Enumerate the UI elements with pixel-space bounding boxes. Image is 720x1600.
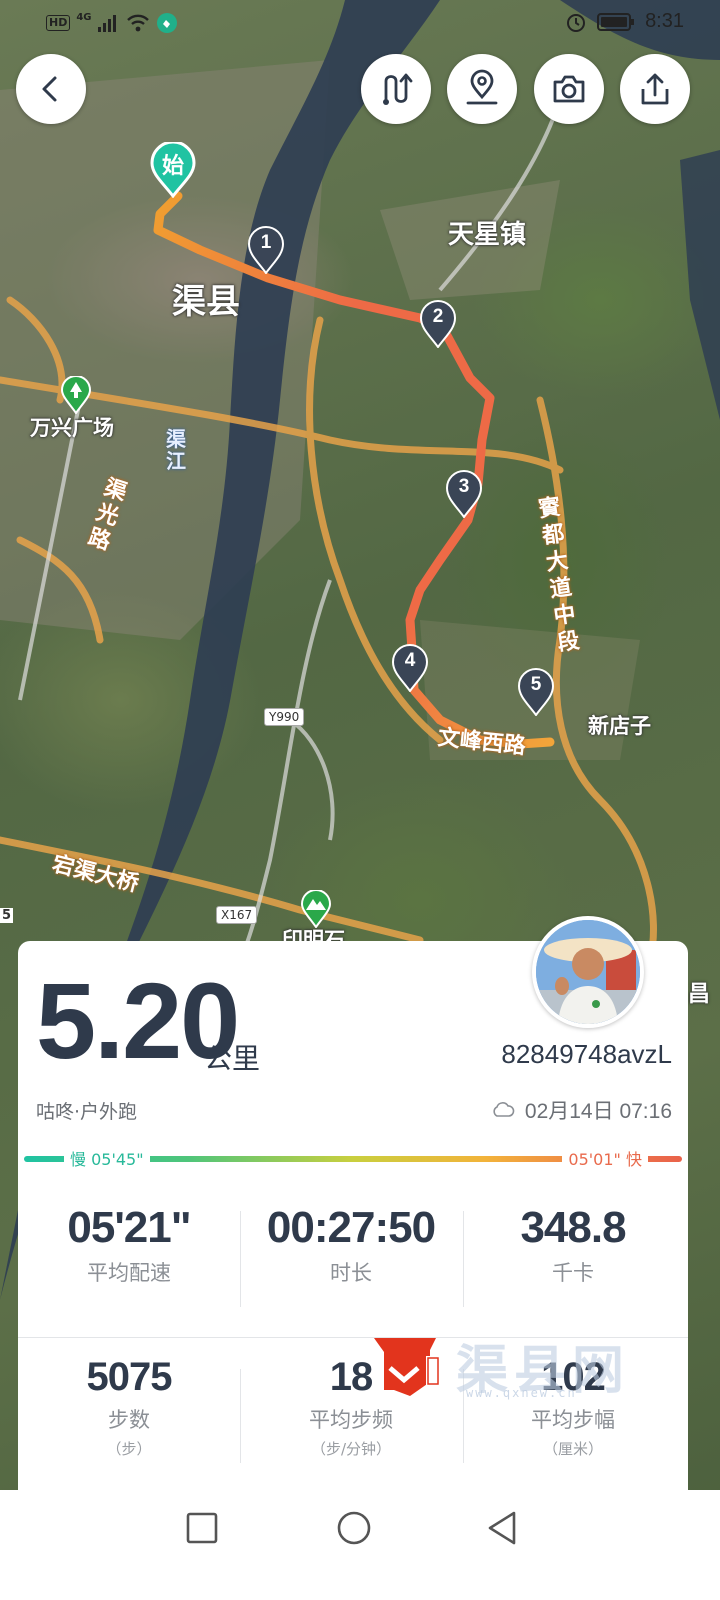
stat-steps: 5075 步数 （步） bbox=[18, 1355, 240, 1459]
km-marker-2[interactable]: 2 bbox=[419, 300, 457, 348]
route-switch-icon bbox=[383, 73, 413, 105]
km-marker-4[interactable]: 4 bbox=[391, 644, 429, 692]
signal-icon bbox=[97, 15, 116, 32]
start-marker[interactable]: 始 bbox=[150, 142, 196, 198]
cloudy-icon bbox=[493, 1102, 515, 1117]
site-watermark: 渠县网 www.qxnew.cn bbox=[366, 1328, 666, 1408]
km-marker-label: 5 bbox=[530, 674, 542, 695]
username[interactable]: 82849748avzL bbox=[501, 1039, 672, 1070]
wifi-icon bbox=[126, 14, 149, 32]
divider bbox=[240, 1369, 241, 1463]
hd-indicator: HD bbox=[46, 15, 71, 31]
calories-value: 348.8 bbox=[520, 1203, 626, 1252]
watermark-url: www.qxnew.cn bbox=[466, 1386, 577, 1400]
km-marker-label: 2 bbox=[432, 306, 444, 327]
divider bbox=[240, 1211, 241, 1307]
recent-apps-icon[interactable] bbox=[184, 1510, 220, 1546]
user-avatar[interactable] bbox=[532, 916, 644, 1028]
camera-icon bbox=[553, 75, 585, 103]
home-icon[interactable] bbox=[334, 1508, 374, 1548]
workout-datetime: 02月14日 07:16 bbox=[491, 1095, 672, 1125]
stat-avg-pace: 05'21" 平均配速 bbox=[18, 1203, 240, 1287]
edge-road-tag: 5 bbox=[0, 908, 14, 923]
status-bar: HD 4G 8:31 bbox=[0, 0, 720, 46]
km-marker-5[interactable]: 5 bbox=[517, 668, 555, 716]
label-tianxing-town: 天星镇 bbox=[448, 220, 527, 250]
scenic-poi-icon[interactable] bbox=[300, 890, 332, 928]
battery-icon bbox=[597, 12, 635, 31]
location-button[interactable] bbox=[447, 54, 517, 124]
steps-value: 5075 bbox=[86, 1355, 173, 1399]
clock: 8:31 bbox=[645, 10, 684, 32]
pace-fast-label: 05'01" 快 bbox=[562, 1146, 648, 1170]
activity-type: 咕咚·户外跑 bbox=[36, 1101, 138, 1123]
stride-unit: （厘米） bbox=[542, 1440, 603, 1458]
alarm-icon bbox=[567, 13, 586, 32]
duration-value: 00:27:50 bbox=[266, 1203, 436, 1252]
stride-label: 平均步幅 bbox=[531, 1408, 615, 1432]
start-marker-label: 始 bbox=[161, 154, 184, 179]
route-switch-button[interactable] bbox=[361, 54, 431, 124]
label-wanxing-plaza: 万兴广场 bbox=[30, 416, 114, 440]
road-tag-y990: Y990 bbox=[264, 708, 305, 726]
km-marker-3[interactable]: 3 bbox=[445, 470, 483, 518]
avg-pace-label: 平均配速 bbox=[87, 1261, 171, 1285]
avatar-photo bbox=[536, 920, 640, 1024]
stat-calories: 348.8 千卡 bbox=[462, 1203, 684, 1287]
network-type: 4G bbox=[76, 11, 92, 23]
system-nav-bar bbox=[0, 1490, 720, 1600]
steps-unit: （步） bbox=[106, 1440, 152, 1458]
park-poi-icon[interactable] bbox=[60, 376, 92, 414]
km-marker-label: 1 bbox=[260, 232, 272, 253]
location-pin-icon bbox=[466, 69, 498, 105]
datetime-text: 02月14日 07:16 bbox=[524, 1100, 672, 1123]
distance-unit: 公里 bbox=[204, 1042, 261, 1075]
label-river: 渠江 bbox=[166, 427, 186, 473]
share-icon bbox=[641, 73, 669, 105]
km-marker-label: 3 bbox=[458, 476, 470, 497]
label-xindianzi: 新店子 bbox=[588, 714, 651, 738]
stat-duration: 00:27:50 时长 bbox=[240, 1203, 462, 1287]
pace-slow-label: 慢 05'45" bbox=[64, 1146, 150, 1170]
calories-label: 千卡 bbox=[552, 1261, 594, 1285]
divider bbox=[463, 1211, 464, 1307]
back-nav-icon[interactable] bbox=[482, 1508, 522, 1548]
cadence-label: 平均步频 bbox=[309, 1408, 393, 1432]
km-marker-1[interactable]: 1 bbox=[247, 226, 285, 274]
km-marker-label: 4 bbox=[404, 650, 416, 671]
back-button[interactable] bbox=[16, 54, 86, 124]
chevron-left-icon bbox=[42, 76, 57, 102]
watermark-logo bbox=[374, 1338, 440, 1396]
camera-button[interactable] bbox=[534, 54, 604, 124]
app-notification-icon bbox=[156, 13, 177, 33]
share-button[interactable] bbox=[620, 54, 690, 124]
edge-glyph: 昌 bbox=[688, 982, 711, 1007]
cadence-unit: （步/分钟） bbox=[310, 1440, 392, 1458]
steps-label: 步数 bbox=[108, 1408, 150, 1432]
road-tag-x167: X167 bbox=[216, 906, 258, 924]
duration-label: 时长 bbox=[330, 1261, 372, 1285]
avg-pace-value: 05'21" bbox=[67, 1203, 191, 1252]
label-county: 渠县 bbox=[172, 282, 240, 322]
